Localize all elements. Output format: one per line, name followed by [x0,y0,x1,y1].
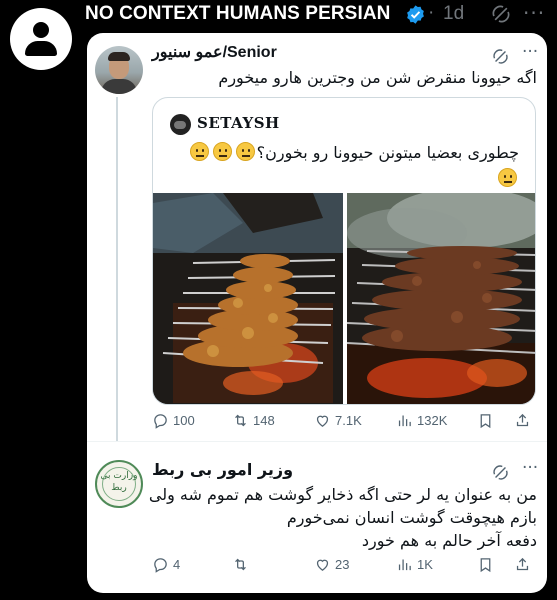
views-button[interactable]: 1K [396,556,433,573]
bookmark-button[interactable] [477,556,494,573]
tweet-divider [87,441,547,442]
repost-icon [235,414,246,427]
quote-avatar [170,114,191,135]
tweet2-line: دفعه آخر حالم به هم خورد [361,531,537,550]
views-icon [398,559,411,571]
tweet2-line: بازم هیچوقت گوشت انسان نمی‌خورم [286,508,537,527]
reply-icon [154,558,167,573]
neutral-face-emoji-icon [498,168,517,187]
views-icon [398,415,411,427]
quote-author-name: SETAYSH [197,114,280,132]
reply-button[interactable]: 100 [152,412,195,429]
like-button[interactable]: 7.1K [314,412,362,429]
neutral-face-emoji-icon [212,142,232,161]
repost-button[interactable]: 148 [232,412,275,429]
tweet1-author-name[interactable]: عمو سنیور/Senior [152,42,277,62]
like-button[interactable]: 23 [314,556,349,573]
repost-count: 148 [253,413,275,428]
neutral-face-emoji-icon [189,142,209,161]
views-button[interactable]: 132K [396,412,447,429]
chicken-kebab-photo[interactable] [153,193,343,405]
share-button[interactable] [514,556,531,573]
lamb-kebab-photo[interactable] [347,193,536,405]
more-icon[interactable]: ··· [522,42,538,62]
outer-author-avatar[interactable] [10,8,72,70]
tweet2-text: من به عنوان یه لر حتی اگه ذخایر گوشت هم … [148,483,537,552]
tweet1-text: اگه حیوونا منقرض شن من وجترین هارو میخور… [218,68,537,87]
tweet2-avatar[interactable]: وزارت بی ربط [95,460,143,508]
time-separator: · [428,2,435,23]
reply-icon [154,414,167,429]
repost-button[interactable] [232,556,253,573]
share-icon [516,557,529,571]
tweet1-action-bar: 100 148 7.1K 132K [152,412,536,436]
view-count: 132K [417,413,448,428]
tweet2-line: من به عنوان یه لر حتی اگه ذخایر گوشت هم … [148,485,537,504]
like-icon [316,415,329,427]
share-button[interactable] [514,412,531,429]
reply-button[interactable]: 4 [152,556,180,573]
grok-icon[interactable] [491,4,511,24]
grok-icon[interactable] [492,48,509,65]
quoted-tweet[interactable]: SETAYSH چطوری بعضیا میتونن حیوونا رو بخو… [152,97,536,405]
tweet2-author-name[interactable]: وزیر امور بی ربط [152,460,293,479]
bookmark-icon [480,414,491,429]
quote-text: چطوری بعضیا میتونن حیوونا رو بخورن؟ [169,140,519,192]
tweet1-avatar[interactable] [95,46,143,94]
more-icon[interactable]: ··· [523,1,545,25]
more-icon[interactable]: ··· [522,458,538,478]
outer-author-name[interactable]: NO CONTEXT HUMANS PERSIAN [85,3,390,25]
tweet2-avatar-label: وزارت بی ربط [100,471,138,493]
grok-icon[interactable] [492,464,509,481]
share-icon [516,413,529,427]
bookmark-button[interactable] [477,412,494,429]
repost-icon [235,558,246,571]
bookmark-icon [480,558,491,573]
reply-count: 100 [173,413,195,428]
tweet2-action-bar: 4 23 1K [152,556,536,580]
verified-badge-icon [407,5,424,24]
like-icon [316,559,329,571]
view-count: 1K [417,557,433,572]
like-count: 23 [335,557,350,572]
reply-count: 4 [173,557,181,572]
post-time[interactable]: 1d [443,3,464,25]
neutral-face-emoji-icon [235,142,255,161]
thread-connector-line [116,97,118,442]
like-count: 7.1K [335,413,362,428]
